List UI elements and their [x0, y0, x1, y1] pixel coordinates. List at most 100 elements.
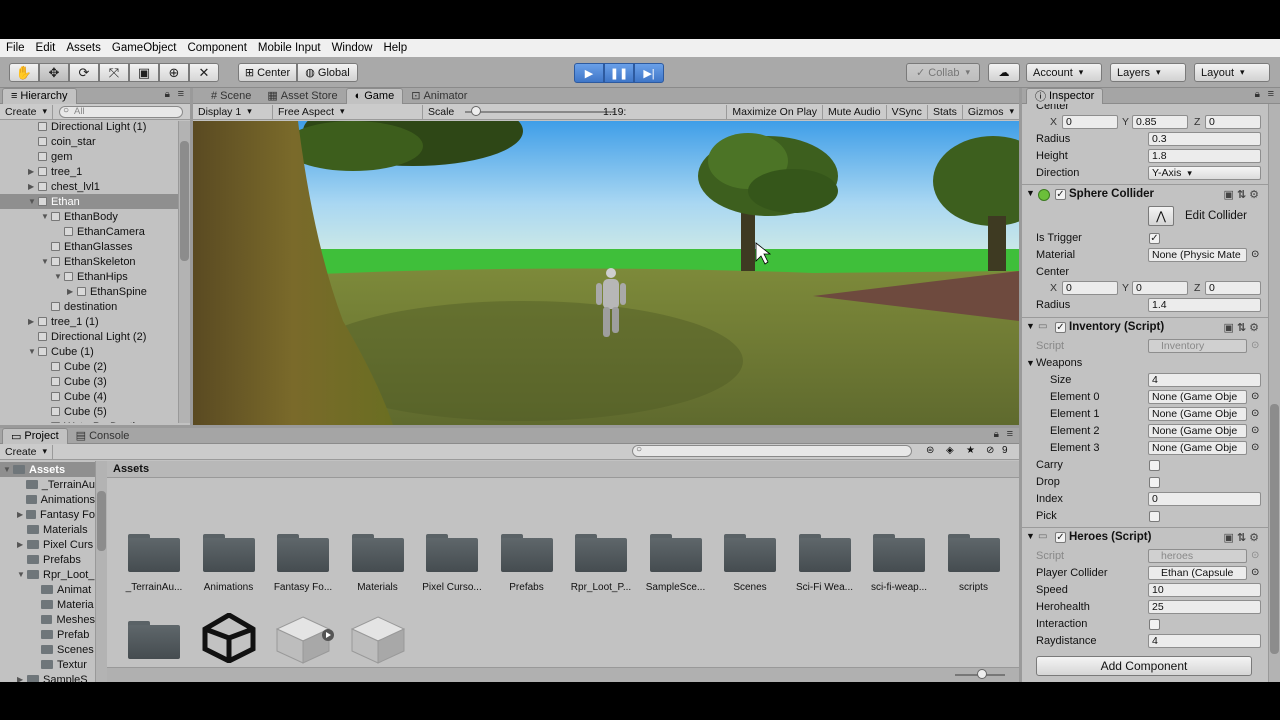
capsule-center-z-field[interactable]: 0 — [1205, 115, 1261, 129]
asset-item[interactable]: _TerrainAu... — [114, 526, 194, 606]
project-tree-item[interactable]: ▼ Assets — [0, 462, 95, 477]
favorite-star-icon[interactable]: ★ — [966, 445, 975, 456]
maximize-on-play-toggle[interactable]: Maximize On Play — [726, 104, 824, 119]
stats-toggle[interactable]: Stats — [928, 104, 963, 119]
menu-gameobject[interactable]: GameObject — [112, 42, 177, 54]
expand-arrow-right-icon[interactable]: ▶ — [28, 167, 38, 176]
interaction-checkbox[interactable] — [1149, 619, 1160, 630]
sphere-center-z-field[interactable]: 0 — [1205, 281, 1261, 295]
expand-arrow-down-icon[interactable]: ▼ — [41, 212, 51, 221]
expand-arrow-down-icon[interactable]: ▼ — [3, 465, 13, 474]
project-tree-item[interactable]: ▶ SampleS — [0, 672, 95, 682]
expand-arrow-down-icon[interactable]: ▼ — [54, 272, 64, 281]
hierarchy-item[interactable]: Directional Light (2) — [0, 329, 178, 344]
filter-label-icon[interactable]: ◈ — [946, 445, 954, 456]
hierarchy-search-input[interactable]: All — [59, 105, 184, 118]
capsule-center-x-field[interactable]: 0 — [1062, 115, 1118, 129]
hierarchy-item[interactable]: ▶ tree_1 — [0, 164, 178, 179]
foldout-arrow-icon[interactable]: ▼ — [1026, 188, 1035, 198]
hierarchy-item[interactable]: coin_star — [0, 134, 178, 149]
hand-tool-icon[interactable]: ✋ — [9, 63, 39, 82]
index-field[interactable]: 0 — [1148, 492, 1261, 506]
menu-edit[interactable]: Edit — [36, 42, 56, 54]
object-picker-icon[interactable]: ⊙ — [1251, 425, 1259, 436]
hierarchy-item[interactable]: destination — [0, 299, 178, 314]
custom-tool-icon[interactable]: ✕ — [189, 63, 219, 82]
object-picker-icon[interactable]: ⊙ — [1251, 391, 1259, 402]
component-settings-icons[interactable]: ▣⇅⚙ — [1224, 188, 1262, 201]
menu-help[interactable]: Help — [383, 42, 407, 54]
rotate-tool-icon[interactable]: ⟳ — [69, 63, 99, 82]
inspector-scrollbar[interactable] — [1268, 104, 1280, 682]
expand-arrow-right-icon[interactable]: ▶ — [28, 182, 38, 191]
inspector-menu-icon[interactable]: ≡ — [1268, 88, 1274, 100]
object-picker-icon[interactable]: ⊙ — [1251, 567, 1259, 578]
object-picker-icon[interactable]: ⊙ — [1251, 442, 1259, 453]
asset-item[interactable]: Materials — [338, 526, 418, 606]
expand-arrow-right-icon[interactable]: ▶ — [28, 317, 38, 326]
raydistance-field[interactable]: 4 — [1148, 634, 1261, 648]
tab-inspector[interactable]: ⓘ Inspector — [1026, 87, 1104, 104]
move-tool-icon[interactable]: ✥ — [39, 63, 69, 82]
scale-slider-thumb[interactable] — [471, 105, 481, 116]
project-tree-item[interactable]: ▶ Fantasy Fo — [0, 507, 95, 522]
hierarchy-item[interactable]: ▼ EthanHips — [0, 269, 178, 284]
player-collider-field[interactable]: Ethan (Capsule — [1148, 566, 1247, 580]
edit-collider-button[interactable]: ⋀ — [1148, 206, 1174, 226]
hierarchy-item[interactable]: ▶ tree_1 (1) — [0, 314, 178, 329]
project-tree-item[interactable]: Materia — [0, 597, 95, 612]
icon-size-slider-thumb[interactable] — [977, 669, 987, 679]
expand-arrow-right-icon[interactable]: ▶ — [17, 540, 27, 549]
hierarchy-item[interactable]: ▶ EthanSpine — [0, 284, 178, 299]
capsule-direction-dropdown[interactable]: Y-Axis — [1148, 166, 1261, 180]
menu-assets[interactable]: Assets — [66, 42, 101, 54]
project-lock-icon[interactable]: 🔒︎ — [994, 429, 999, 440]
hierarchy-item[interactable]: Cube (2) — [0, 359, 178, 374]
gizmos-dropdown[interactable]: Gizmos — [963, 105, 1019, 119]
hierarchy-item[interactable]: Cube (3) — [0, 374, 178, 389]
weapons-row[interactable]: ▼ Weapons — [1022, 355, 1268, 372]
pivot-center-button[interactable]: ⊞ Center — [238, 63, 297, 82]
sphere-center-y-field[interactable]: 0 — [1132, 281, 1188, 295]
asset-item[interactable]: Fantasy Fo... — [263, 526, 343, 606]
hidden-packages-icon[interactable]: ⊘ — [986, 445, 994, 456]
heroes-enabled-checkbox[interactable]: ✓ — [1055, 532, 1066, 543]
hierarchy-item[interactable]: ▼ Cube (1) — [0, 344, 178, 359]
tab-scene[interactable]: # Scene — [203, 88, 259, 104]
sphere-radius-field[interactable]: 1.4 — [1148, 298, 1261, 312]
component-settings-icons[interactable]: ▣⇅⚙ — [1224, 531, 1262, 544]
hierarchy-item[interactable]: EthanGlasses — [0, 239, 178, 254]
weapon-element-field[interactable]: None (Game Obje — [1148, 407, 1247, 421]
cloud-button[interactable]: ☁ — [988, 63, 1020, 82]
mute-audio-toggle[interactable]: Mute Audio — [823, 104, 887, 119]
sphere-collider-enabled-checkbox[interactable]: ✓ — [1055, 189, 1066, 200]
project-tree-item[interactable]: ▶ Pixel Curs — [0, 537, 95, 552]
herohealth-field[interactable]: 25 — [1148, 600, 1261, 614]
project-tree-item[interactable]: Animations — [0, 492, 95, 507]
tab-animator[interactable]: ⊡ Animator — [403, 88, 475, 104]
project-tree-scroll-thumb[interactable] — [97, 491, 106, 551]
breadcrumb-assets[interactable]: Assets — [113, 463, 149, 475]
hierarchy-item[interactable]: EthanCamera — [0, 224, 178, 239]
panel-menu-icon[interactable]: ≡ — [178, 88, 184, 100]
sphere-collider-header[interactable]: ▼ ✓ Sphere Collider ▣⇅⚙ — [1022, 184, 1268, 204]
hierarchy-scrollbar[interactable] — [178, 121, 190, 423]
step-button[interactable]: ▶| — [634, 63, 664, 83]
weapon-element-field[interactable]: None (Game Obje — [1148, 390, 1247, 404]
expand-arrow-down-icon[interactable]: ▼ — [28, 347, 38, 356]
play-button[interactable]: ▶ — [574, 63, 604, 83]
transform-tool-icon[interactable]: ⊕ — [159, 63, 189, 82]
menu-file[interactable]: File — [6, 42, 25, 54]
aspect-dropdown[interactable]: Free Aspect — [273, 104, 423, 119]
project-menu-icon[interactable]: ≡ — [1007, 428, 1013, 440]
vsync-toggle[interactable]: VSync — [887, 104, 928, 119]
object-picker-icon[interactable]: ⊙ — [1251, 408, 1259, 419]
asset-item[interactable]: sci-fi-weap... — [859, 526, 939, 606]
asset-item[interactable]: Scenes — [710, 526, 790, 606]
display-dropdown[interactable]: Display 1 — [193, 104, 273, 119]
asset-item[interactable]: Prefabs — [487, 526, 567, 606]
asset-item[interactable]: scripts — [934, 526, 1014, 606]
tab-asset-store[interactable]: ▦ Asset Store — [259, 88, 345, 104]
menu-window[interactable]: Window — [332, 42, 373, 54]
carry-checkbox[interactable] — [1149, 460, 1160, 471]
